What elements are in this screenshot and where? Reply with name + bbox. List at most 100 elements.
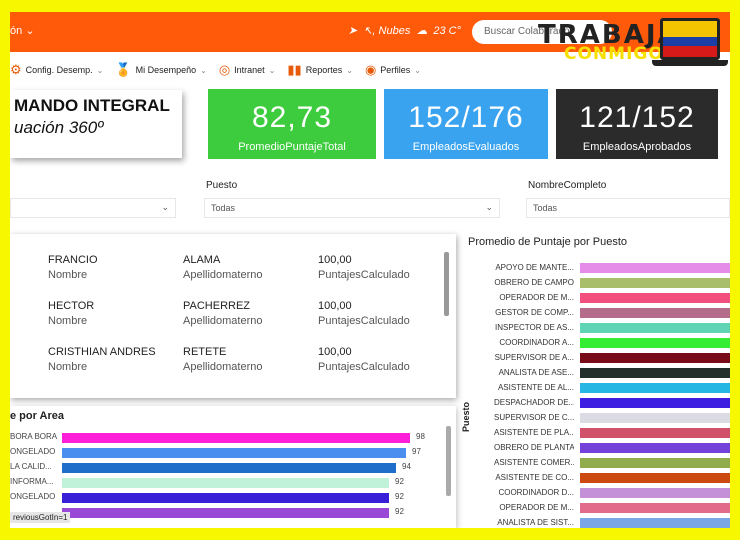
puesto-bar[interactable] <box>580 398 730 408</box>
puesto-bar-row[interactable]: OPERADOR DE M... <box>494 502 730 514</box>
person-puntaje: 100,00 PuntajesCalculado <box>318 254 410 281</box>
area-bar[interactable] <box>62 433 410 443</box>
app-menu-label: ón <box>10 25 23 37</box>
area-bar[interactable] <box>62 448 406 458</box>
area-bar-label: LA CALID... <box>10 462 52 471</box>
puesto-bar[interactable] <box>580 473 730 483</box>
filter-value: Todas <box>533 203 558 213</box>
puesto-bar-row[interactable]: APOYO DE MANTE... <box>494 262 730 274</box>
puesto-bar[interactable] <box>580 383 730 393</box>
area-scrollbar[interactable] <box>446 426 451 496</box>
puesto-bar-row[interactable]: SUPERVISOR DE A... <box>494 352 730 364</box>
app-menu[interactable]: ón ⌄ <box>10 24 35 37</box>
puesto-bar[interactable] <box>580 428 730 438</box>
area-bar[interactable] <box>62 463 396 473</box>
nav-item-intranet[interactable]: ◎ Intranet ⌄ <box>219 62 276 78</box>
filter-value: Todas <box>211 203 236 213</box>
puesto-bar[interactable] <box>580 488 730 498</box>
people-scrollbar[interactable] <box>444 252 449 316</box>
puesto-bar[interactable] <box>580 443 730 453</box>
nav-item-mi-desempeno[interactable]: 🏅 Mi Desempeño ⌄ <box>115 62 206 78</box>
puesto-bar-row[interactable]: ANALISTA DE SIST... <box>494 517 730 528</box>
puesto-bar-label: ANALISTA DE SIST... <box>497 518 574 527</box>
laptop-icon <box>660 18 720 60</box>
puesto-bar-row[interactable]: GESTOR DE COMP... <box>494 307 730 319</box>
area-bar-row[interactable]: ONGELADO 92 <box>10 492 450 503</box>
chevron-down-icon: ⌄ <box>485 202 493 212</box>
puesto-bar-row[interactable]: DESPACHADOR DE... <box>494 397 730 409</box>
nav-label: Perfiles <box>380 65 411 75</box>
filter-nombre-select[interactable]: Todas <box>526 198 730 218</box>
temperature: 23 C° <box>433 24 461 37</box>
puesto-bar[interactable] <box>580 518 730 528</box>
area-bar-value: 92 <box>395 492 404 501</box>
area-bar-value: 94 <box>402 462 411 471</box>
puesto-bar-row[interactable]: INSPECTOR DE AS... <box>494 322 730 334</box>
chevron-down-icon: ⌄ <box>268 65 276 75</box>
person-nombre: CRISTHIAN ANDRES Nombre <box>48 346 156 373</box>
area-bar[interactable] <box>62 508 389 518</box>
area-bar[interactable] <box>62 478 389 488</box>
puesto-bar[interactable] <box>580 413 730 423</box>
puesto-bar-row[interactable]: ASISTENTE DE CO... <box>494 472 730 484</box>
person-apellido: ALAMA Apellidomaterno <box>183 254 263 281</box>
area-bar-row[interactable]: LA CALID... 94 <box>10 462 450 473</box>
puesto-bar[interactable] <box>580 338 730 348</box>
puesto-bar-label: ASISTENTE DE PLA... <box>494 428 574 437</box>
filter-puesto-select[interactable]: Todas ⌄ <box>204 198 500 218</box>
person-nombre: HECTOR Nombre <box>48 300 95 327</box>
location-icon: ➤ <box>348 25 358 37</box>
area-bar-row[interactable]: INFORMA... 92 <box>10 477 450 488</box>
puesto-bar-row[interactable]: ASISTENTE COMER... <box>494 457 730 469</box>
puesto-bar-row[interactable]: ASISTENTE DE AL... <box>494 382 730 394</box>
nav-item-perfiles[interactable]: ◉ Perfiles ⌄ <box>365 62 421 78</box>
chevron-down-icon: ⌄ <box>200 65 207 75</box>
puesto-bar[interactable] <box>580 368 730 378</box>
area-bar-row[interactable]: BORA BORA 98 <box>10 432 450 443</box>
weather-text: ↖, Nubes <box>363 25 411 37</box>
puesto-bar[interactable] <box>580 458 730 468</box>
nav-item-config[interactable]: ⚙ Config. Desemp. ⌄ <box>10 62 103 78</box>
puesto-bar[interactable] <box>580 278 730 288</box>
nav-label: Mi Desempeño <box>135 65 197 75</box>
puesto-bar-row[interactable]: COORDINADOR A... <box>494 337 730 349</box>
puesto-bar-label: APOYO DE MANTE... <box>495 263 574 272</box>
puesto-bar-label: DESPACHADOR DE... <box>494 398 574 407</box>
puesto-bar[interactable] <box>580 323 730 333</box>
area-bar[interactable] <box>62 493 389 503</box>
puesto-bar-row[interactable]: ASISTENTE DE PLA... <box>494 427 730 439</box>
puesto-bar[interactable] <box>580 353 730 363</box>
puesto-bar-label: ASISTENTE DE AL... <box>497 383 574 392</box>
dashboard-frame: ón ⌄ ➤ ↖, Nubes ☁ 23 C° Buscar Colaborad… <box>10 12 730 528</box>
puesto-bar[interactable] <box>580 503 730 513</box>
page-title: MANDO INTEGRAL <box>14 96 170 115</box>
chevron-down-icon: ⌄ <box>414 65 421 75</box>
tooltip-text: reviousGotIn=1 <box>10 512 71 523</box>
area-bar-row[interactable]: 92 <box>10 507 450 518</box>
puesto-bar-row[interactable]: OPERADOR DE M... <box>494 292 730 304</box>
nav-bar: ⚙ Config. Desemp. ⌄ 🏅 Mi Desempeño ⌄ ◎ Intran… <box>10 58 730 82</box>
puesto-bar-row[interactable]: COORDINADOR D... <box>494 487 730 499</box>
puesto-bar-row[interactable]: OBRERO DE PLANTA <box>494 442 730 454</box>
globe-icon: ◎ <box>218 62 231 77</box>
area-bar-row[interactable]: ONGELADO 97 <box>10 447 450 458</box>
puesto-bar-label: GESTOR DE COMP... <box>495 308 574 317</box>
puesto-bar-label: SUPERVISOR DE A... <box>494 353 574 362</box>
chevron-down-icon: ⌄ <box>25 25 35 37</box>
puesto-bar-row[interactable]: OBRERO DE CAMPO <box>494 277 730 289</box>
filter-area-select[interactable]: ⌄ <box>10 198 176 218</box>
person-apellido: RETETE Apellidomaterno <box>183 346 263 373</box>
puesto-bar[interactable] <box>580 293 730 303</box>
puesto-bar[interactable] <box>580 263 730 273</box>
nav-label: Reportes <box>305 65 343 75</box>
person-nombre: FRANCIO Nombre <box>48 254 98 281</box>
puesto-bar-row[interactable]: ANALISTA DE ASE... <box>494 367 730 379</box>
puesto-bar-row[interactable]: SUPERVISOR DE C... <box>494 412 730 424</box>
puesto-axis-label: Puesto <box>461 401 471 432</box>
nav-item-reportes[interactable]: ▮▮ Reportes ⌄ <box>287 62 353 78</box>
bar-chart-icon: ▮▮ <box>287 62 302 77</box>
puesto-bar[interactable] <box>580 308 730 318</box>
settings-icon: ⚙ <box>10 62 22 77</box>
people-card: FRANCIO Nombre ALAMA Apellidomaterno 100,0… <box>10 234 456 398</box>
area-chart-card: e por Area BORA BORA 98 ONGELADO 97 LA CALID… <box>10 406 456 528</box>
